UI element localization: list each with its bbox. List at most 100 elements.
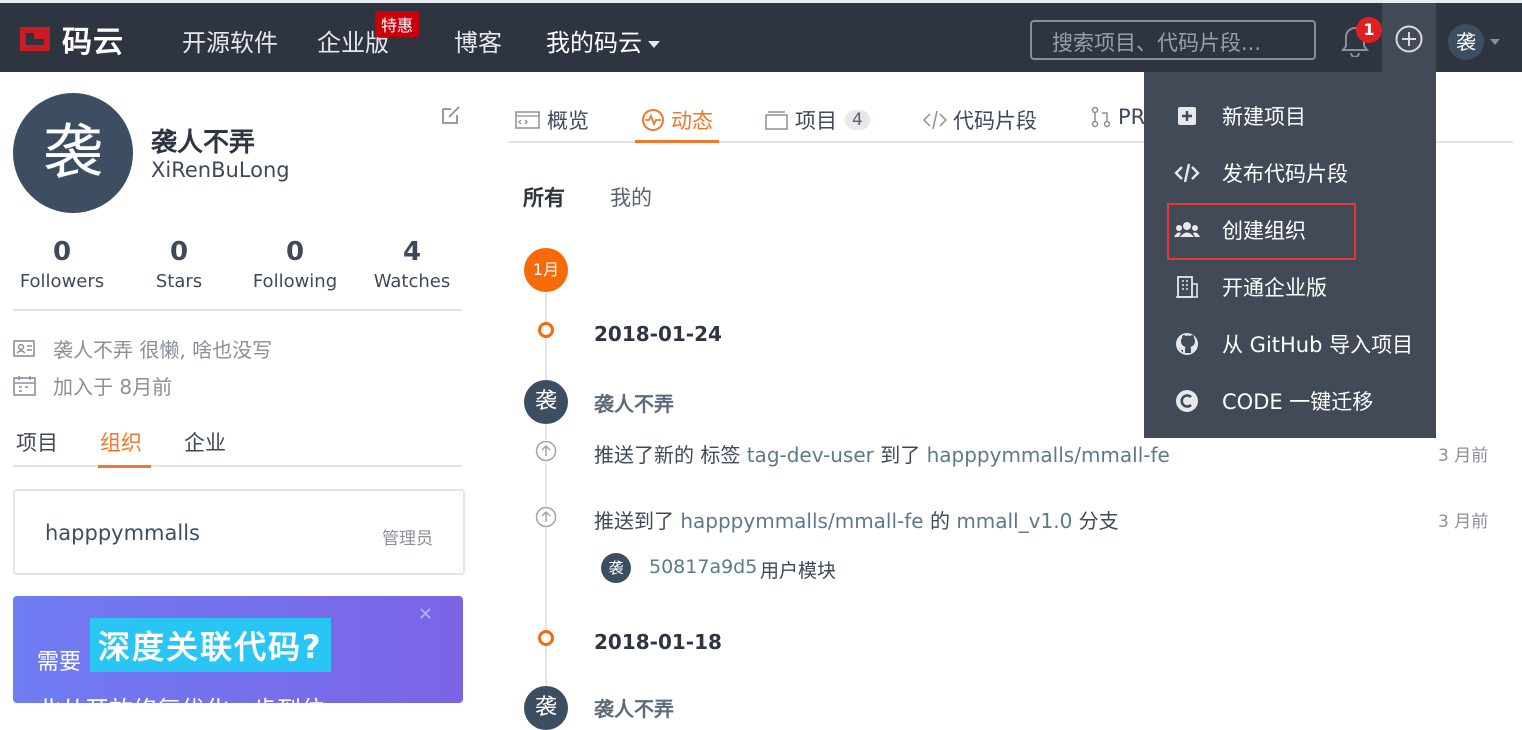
logo-text: 码云 xyxy=(62,25,124,60)
active-tab-indicator xyxy=(635,140,719,143)
active-tab-indicator xyxy=(98,465,151,468)
menu-item-label: 新建项目 xyxy=(1222,104,1306,129)
menu-item-label: 发布代码片段 xyxy=(1222,161,1348,186)
profile-username: XiRenBuLong xyxy=(151,158,290,182)
repo-link[interactable]: happpymmalls/mmall-fe xyxy=(927,443,1170,467)
stat-label: Followers xyxy=(19,271,105,292)
create-menu-button[interactable] xyxy=(1382,3,1436,75)
commit-hash-link[interactable]: 50817a9d5 xyxy=(649,556,757,578)
stat-value: 0 xyxy=(169,237,189,267)
nav-open-source[interactable]: 开源软件 xyxy=(182,23,278,58)
pull-request-icon xyxy=(1091,106,1111,128)
tab-enterprise[interactable]: 企业 xyxy=(184,427,226,457)
github-icon xyxy=(1176,332,1198,355)
calendar-icon xyxy=(13,375,36,396)
stat-followers[interactable]: 0 Followers xyxy=(7,237,117,292)
promo-banner[interactable]: 需要 深度关联代码? ✕ 北从开放修复优化一步到位 xyxy=(13,596,463,703)
tag-link[interactable]: tag-dev-user xyxy=(747,443,874,467)
menu-item-label: 开通企业版 xyxy=(1222,275,1327,300)
activity-text: 推送了新的 标签 xyxy=(594,443,741,467)
edit-icon[interactable] xyxy=(440,104,462,126)
date-dot xyxy=(538,630,554,646)
stat-label: Stars xyxy=(155,271,203,292)
tab-label: PR xyxy=(1118,105,1146,129)
time-ago: 3 月前 xyxy=(1438,446,1489,466)
nav-my-gitee-label: 我的码云 xyxy=(546,29,642,57)
plus-circle-icon xyxy=(1395,25,1423,53)
org-role: 管理员 xyxy=(382,529,433,549)
close-icon[interactable]: ✕ xyxy=(418,604,433,625)
filter-all[interactable]: 所有 xyxy=(523,182,565,212)
push-icon xyxy=(535,506,557,528)
repo-link[interactable]: happpymmalls/mmall-fe xyxy=(680,509,923,533)
menu-item-label: 从 GitHub 导入项目 xyxy=(1222,332,1414,357)
avatar[interactable]: 袭 xyxy=(524,380,568,424)
tab-pr[interactable]: PR xyxy=(1090,105,1145,129)
stat-label: Following xyxy=(252,271,338,292)
tab-repos[interactable]: 项目 4 xyxy=(765,105,870,135)
menu-item-new-project[interactable]: 新建项目 xyxy=(1144,87,1436,144)
notification-badge: 1 xyxy=(1356,17,1382,43)
tab-snippets[interactable]: 代码片段 xyxy=(923,105,1037,135)
avatar[interactable]: 袭 xyxy=(524,686,568,730)
gitee-logo-icon xyxy=(20,27,50,51)
tab-projects[interactable]: 项目 xyxy=(16,427,58,457)
code-icon xyxy=(923,110,947,130)
plus-square-icon xyxy=(1178,106,1196,125)
org-name[interactable]: happpymmalls xyxy=(45,521,200,545)
date-label: 2018-01-24 xyxy=(594,322,722,346)
promo-subtext: 北从开放修复优化一步到位 xyxy=(37,690,325,703)
building-icon xyxy=(1176,275,1198,298)
chevron-down-icon xyxy=(648,40,660,48)
stat-value: 4 xyxy=(402,237,422,267)
stat-following[interactable]: 0 Following xyxy=(240,237,350,292)
nav-blog[interactable]: 博客 xyxy=(454,23,502,58)
nav-my-gitee[interactable]: 我的码云 xyxy=(546,23,660,58)
stat-watches[interactable]: 4 Watches xyxy=(357,237,467,292)
stat-stars[interactable]: 0 Stars xyxy=(124,237,234,292)
top-navbar: 码云 开源软件 企业版 特惠 博客 我的码云 搜索项目、代码片段... 1 袭 xyxy=(0,0,1522,75)
search-input[interactable]: 搜索项目、代码片段... xyxy=(1030,20,1316,60)
menu-item-import-github[interactable]: 从 GitHub 导入项目 xyxy=(1144,315,1436,372)
hot-badge: 特惠 xyxy=(375,11,420,37)
push-icon xyxy=(535,440,557,462)
activity-item: 推送了新的 标签 tag-dev-user 到了 happpymmalls/mm… xyxy=(594,439,1170,468)
user-avatar-menu[interactable]: 袭 xyxy=(1448,24,1484,60)
stat-value: 0 xyxy=(52,237,72,267)
branch-link[interactable]: mmall_v1.0 xyxy=(956,509,1072,533)
tab-activity[interactable]: 动态 xyxy=(641,105,713,135)
date-label: 2018-01-18 xyxy=(594,630,722,654)
promo-small-text: 需要 xyxy=(37,650,82,675)
bio-row: 袭人不弄 很懒, 啥也没写 xyxy=(13,334,272,363)
menu-item-code-migrate[interactable]: CODE 一键迁移 xyxy=(1144,372,1436,429)
joined-text: 加入于 8月前 xyxy=(53,375,173,399)
joined-row: 加入于 8月前 xyxy=(13,371,172,400)
profile-avatar: 袭 xyxy=(13,93,133,213)
tab-label: 代码片段 xyxy=(953,109,1037,133)
timeline-user[interactable]: 袭人不弄 xyxy=(594,388,674,417)
timeline-user[interactable]: 袭人不弄 xyxy=(594,693,674,722)
activity-text: 到了 xyxy=(880,443,921,467)
activity-text: 的 xyxy=(929,509,950,533)
filter-mine[interactable]: 我的 xyxy=(610,182,652,212)
profile-name: 袭人不弄 xyxy=(151,128,256,158)
tab-label: 动态 xyxy=(671,109,713,133)
menu-item-new-snippet[interactable]: 发布代码片段 xyxy=(1144,144,1436,201)
logo[interactable]: 码云 xyxy=(16,17,124,61)
org-card[interactable]: happpymmalls 管理员 xyxy=(13,489,465,575)
tab-overview[interactable]: 概览 xyxy=(515,105,589,135)
menu-item-enterprise[interactable]: 开通企业版 xyxy=(1144,258,1436,315)
commit-avatar: 袭 xyxy=(601,553,631,583)
stat-value: 0 xyxy=(285,237,305,267)
menu-item-label: CODE 一键迁移 xyxy=(1222,389,1374,414)
promo-headline: 深度关联代码? xyxy=(90,618,331,672)
divider xyxy=(13,465,462,467)
activity-text: 推送到了 xyxy=(594,509,674,533)
time-ago: 3 月前 xyxy=(1438,512,1489,532)
month-marker: 1月 xyxy=(524,248,568,292)
code-icon xyxy=(1174,163,1200,182)
tab-label: 项目 xyxy=(795,109,837,133)
tab-orgs[interactable]: 组织 xyxy=(100,427,142,457)
repo-count-badge: 4 xyxy=(845,110,870,130)
activity-icon xyxy=(642,109,664,131)
